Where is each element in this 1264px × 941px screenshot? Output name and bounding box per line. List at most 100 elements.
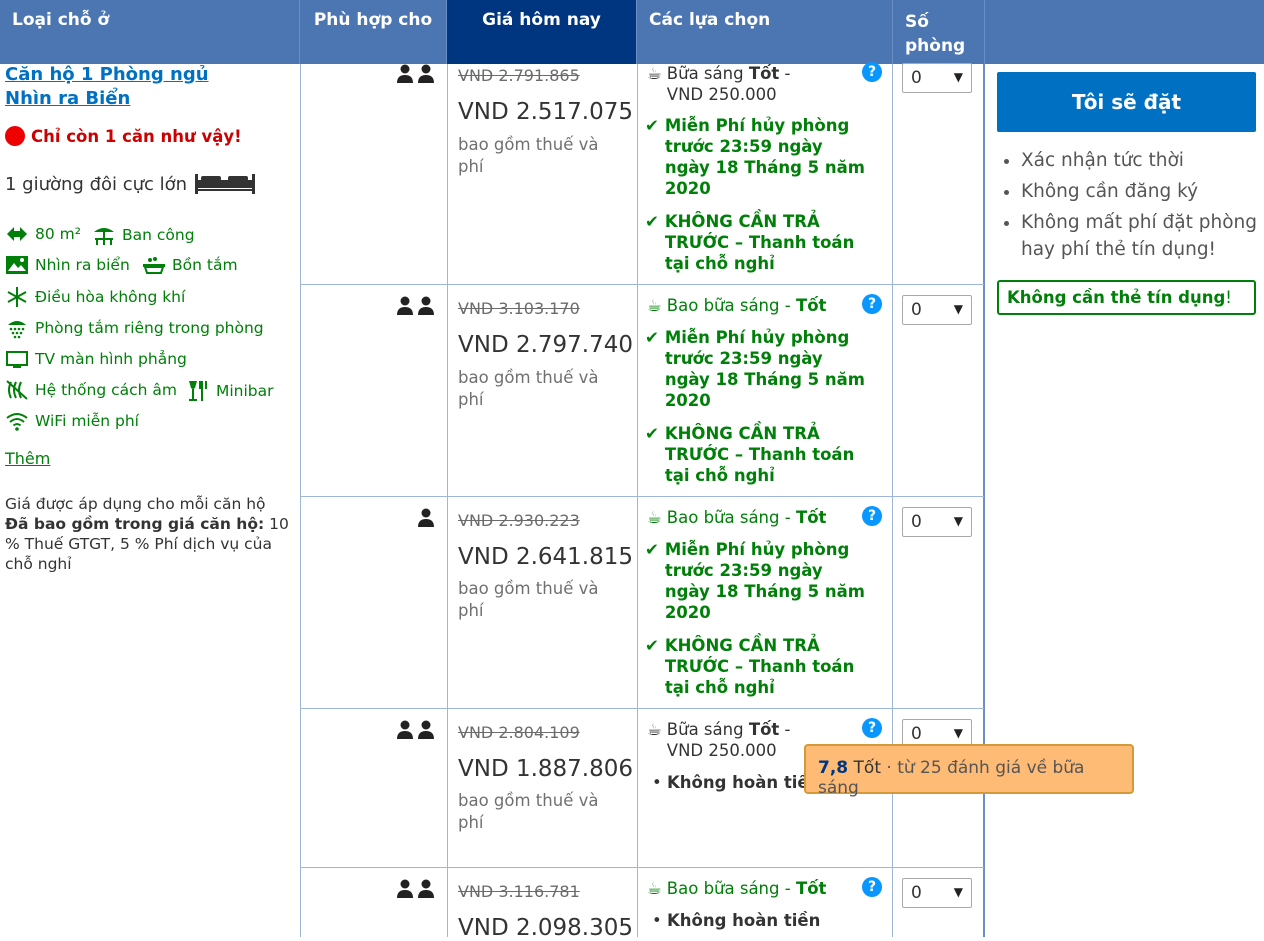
old-price: VND 3.103.170 [458,299,580,318]
old-price: VND 2.930.223 [458,511,580,530]
breakfast-rating[interactable]: Tốt [796,879,826,898]
question-icon[interactable]: ? [862,506,882,526]
old-price: VND 3.116.781 [458,882,580,901]
facility-soundproof-text: Hệ thống cách âm [35,381,177,399]
shower-icon [8,321,26,339]
scarcity-note: Chỉ còn 1 căn như vậy! [5,126,242,146]
breakfast-text: Bao bữa sáng - Tốt [667,878,827,899]
row-divider [300,867,984,868]
breakfast-option: ☕ Bao bữa sáng - Tốt [647,507,857,528]
coffee-cup-icon: ☕ [647,296,662,315]
current-price: VND 2.098.305 [458,915,634,941]
room-title-link[interactable]: Căn hộ 1 Phòng ngủ Nhìn ra Biển [5,63,209,111]
facility-private-bath: Phòng tắm riêng trong phòng [5,317,264,339]
column-divider [447,64,448,937]
facility-bathtub: Bồn tắm [142,254,238,276]
tax-note: bao gồm thuế và phí [458,791,599,832]
room-quantity-value: 0 [911,300,922,320]
benefit-item: Không cần đăng ký [1021,178,1259,205]
chevron-down-icon: ▼ [953,302,963,316]
question-icon[interactable]: ? [862,877,882,897]
facility-minibar: Minibar [186,379,274,403]
breakfast-price: VND 250.000 [666,741,777,760]
breakfast-text: Bao bữa sáng - Tốt [667,295,827,316]
header-room-type: Loại chỗ ở [0,0,300,64]
breakfast-option: ☕ Bao bữa sáng - Tốt [647,878,857,899]
question-icon[interactable]: ? [862,718,882,738]
breakfast-rating[interactable]: Tốt [796,296,826,315]
room-quantity-select[interactable]: 0 ▼ [902,507,972,537]
red-dot-icon [5,126,25,146]
free-cancellation: ✔ Miễn Phí hủy phòng trước 23:59 ngày ng… [645,327,865,411]
breakfast-rating-tooltip: 7,8 Tốt · từ 25 đánh giá về bữa sáng [804,744,1134,798]
facility-wifi: WiFi miễn phí [5,410,139,432]
breakfast-rating[interactable]: Tốt [796,508,826,527]
more-facilities-link[interactable]: Thêm [5,449,50,468]
column-divider [892,64,893,937]
two-persons-icon [397,296,434,315]
room-quantity-select[interactable]: 0 ▼ [902,878,972,908]
header-sidebar [985,0,1264,64]
breakfast-price: VND 250.000 [666,85,777,104]
price-note-line1: Giá được áp dụng cho mỗi căn hộ [5,495,266,513]
row-divider [300,496,984,497]
room-quantity-value: 0 [911,724,922,744]
current-price: VND 1.887.806 [458,756,634,782]
header-price-today[interactable]: Giá hôm nay [447,0,637,64]
no-prepayment: ✔ KHÔNG CẦN TRẢ TRƯỚC – Thanh toán tại c… [645,423,865,486]
breakfast-separator: - [779,720,791,739]
two-persons-icon [397,879,434,898]
reserve-button[interactable]: Tôi sẽ đặt [997,72,1256,132]
chevron-down-icon: ▼ [953,70,963,84]
room-title-line2[interactable]: Nhìn ra Biển [5,87,209,111]
room-quantity-select[interactable]: 0 ▼ [902,295,972,325]
breakfast-separator: - [779,508,796,527]
breakfast-label: Bữa sáng [666,720,744,739]
breakfast-separator: - [779,296,796,315]
room-quantity-value: 0 [911,68,922,88]
facility-private-bath-text: Phòng tắm riêng trong phòng [35,319,264,337]
non-refundable-text: Không hoàn tiền [666,911,821,930]
room-title-line1[interactable]: Căn hộ 1 Phòng ngủ [5,63,209,87]
one-person-icon [418,508,434,527]
tax-note: bao gồm thuế và phí [458,579,599,620]
header-choices: Các lựa chọn [637,0,893,64]
checkmark-icon: ✔ [645,116,659,135]
facility-sea-view-text: Nhìn ra biển [35,256,130,274]
benefit-item: Không mất phí đặt phòng hay phí thẻ tín … [1021,209,1259,263]
breakfast-label: Bao bữa sáng [666,296,780,315]
free-cancellation-text: Miễn Phí hủy phòng trước 23:59 ngày ngày… [664,328,865,410]
no-credit-card-badge: Không cần thẻ tín dụng! [997,280,1256,315]
question-icon[interactable]: ? [862,62,882,82]
coffee-cup-icon: ☕ [647,720,662,739]
row-divider [300,708,984,709]
non-refundable: • Không hoàn tiền [652,911,821,930]
breakfast-text: Bao bữa sáng - Tốt [667,507,827,528]
facility-flat-tv: TV màn hình phẳng [5,348,187,370]
header-rooms-line2: phòng [905,36,966,56]
non-refundable: • Không hoàn tiền [652,772,812,793]
current-price: VND 2.641.815 [458,544,634,570]
bed-text: 1 giường đôi cực lớn [5,173,188,195]
breakfast-rating[interactable]: Tốt [749,64,779,83]
old-price: VND 2.791.865 [458,66,580,85]
no-prepayment-text: KHÔNG CẦN TRẢ TRƯỚC – Thanh toán tại chỗ… [664,636,855,697]
snowflake-icon [7,287,27,307]
chevron-down-icon: ▼ [953,514,963,528]
bathtub-icon [143,257,165,274]
question-icon[interactable]: ? [862,294,882,314]
price-note: Giá được áp dụng cho mỗi căn hộ Đã bao g… [5,494,295,574]
tooltip-rating: Tốt [853,758,881,778]
sleeps-icon [417,508,436,532]
column-divider [637,64,638,937]
bed-icon [195,174,256,194]
facility-size: 80 m² [5,223,81,245]
no-credit-card-excl: ! [1225,288,1232,307]
breakfast-rating[interactable]: Tốt [749,720,779,739]
tax-note: bao gồm thuế và phí [458,135,599,176]
soundproof-icon [6,380,28,400]
column-divider [983,64,985,937]
tooltip-score: 7,8 [818,758,849,778]
room-quantity-select[interactable]: 0 ▼ [902,63,972,93]
checkmark-icon: ✔ [645,636,659,655]
